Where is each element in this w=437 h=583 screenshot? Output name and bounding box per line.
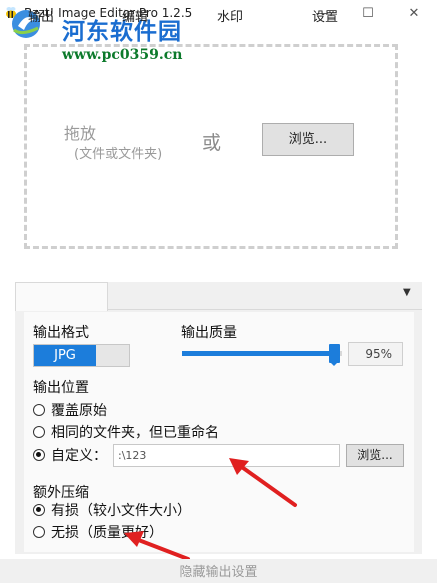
radio-custom-label: 自定义： bbox=[51, 448, 107, 464]
annotation-arrow-compression bbox=[124, 531, 190, 561]
output-quality-label: 输出质量 bbox=[181, 325, 237, 341]
annotation-arrow-path bbox=[229, 458, 297, 507]
drop-hint: (文件或文件夹) bbox=[74, 147, 163, 162]
tab-output[interactable]: 输出 bbox=[28, 6, 54, 25]
drop-title: 拖放 bbox=[64, 124, 97, 143]
radio-overwrite[interactable] bbox=[33, 404, 45, 416]
output-format-label: 输出格式 bbox=[33, 325, 89, 341]
close-button[interactable]: ✕ bbox=[391, 0, 437, 28]
maximize-button[interactable]: ☐ bbox=[345, 0, 391, 28]
tab-active-background bbox=[15, 282, 108, 311]
extra-compression-label: 额外压缩 bbox=[33, 485, 89, 501]
radio-lossy[interactable] bbox=[33, 504, 45, 516]
radio-overwrite-label: 覆盖原始 bbox=[51, 403, 107, 419]
radio-custom[interactable] bbox=[33, 449, 45, 461]
hide-output-settings-link[interactable]: 隐藏输出设置 bbox=[0, 561, 437, 580]
format-toggle[interactable]: JPG bbox=[33, 344, 130, 367]
radio-custom-selected-dot bbox=[36, 452, 41, 457]
drop-or-text: 或 bbox=[202, 132, 222, 154]
format-toggle-value: JPG bbox=[34, 345, 96, 366]
radio-same-folder-renamed[interactable] bbox=[33, 426, 45, 438]
quality-slider-handle-tip bbox=[328, 361, 339, 366]
custom-path-browse-button[interactable]: 浏览... bbox=[346, 444, 404, 467]
quality-slider-fill bbox=[182, 351, 334, 356]
tab-watermark[interactable]: 水印 bbox=[217, 6, 243, 25]
radio-same-folder-label: 相同的文件夹，但已重命名 bbox=[51, 425, 219, 441]
quality-slider-track[interactable] bbox=[182, 351, 342, 356]
tab-settings[interactable]: 设置 bbox=[312, 6, 338, 25]
browse-files-button[interactable]: 浏览... bbox=[262, 123, 354, 156]
radio-lossless[interactable] bbox=[33, 526, 45, 538]
quality-value-field[interactable]: 95% bbox=[348, 342, 403, 366]
output-location-label: 输出位置 bbox=[33, 380, 89, 396]
radio-lossy-selected-dot bbox=[36, 507, 41, 512]
radio-lossy-label: 有损（较小文件大小） bbox=[51, 503, 191, 519]
tabs-more-icon[interactable]: ▼ bbox=[403, 287, 411, 298]
tab-edit[interactable]: 编辑 bbox=[122, 6, 148, 25]
